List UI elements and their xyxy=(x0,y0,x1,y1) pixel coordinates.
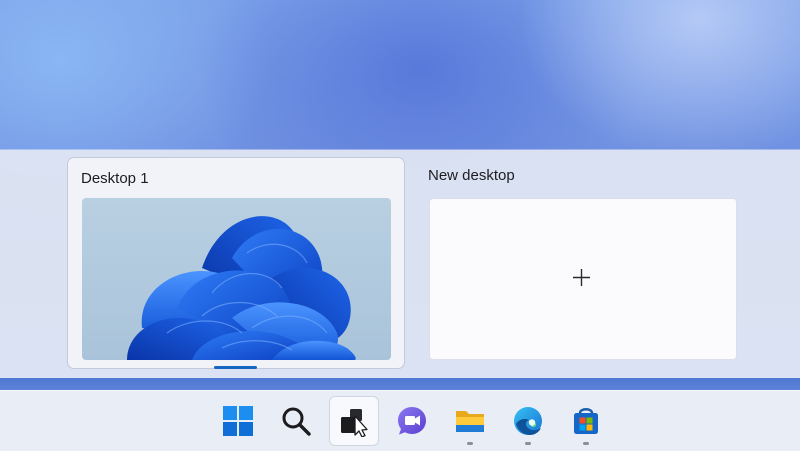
active-desktop-indicator xyxy=(214,366,257,369)
plus-icon xyxy=(573,269,590,286)
file-explorer-icon xyxy=(456,411,484,432)
microsoft-store-icon xyxy=(574,408,598,434)
desktop-thumbnail[interactable] xyxy=(82,198,391,360)
bloom-wallpaper-image xyxy=(127,216,356,360)
desktop-title: Desktop 1 xyxy=(81,170,149,187)
new-desktop-label: New desktop xyxy=(428,167,515,184)
task-view-button[interactable] xyxy=(330,397,378,445)
running-indicator xyxy=(525,442,531,445)
wallpaper-strip xyxy=(0,378,800,390)
task-view-icon xyxy=(341,409,368,437)
file-explorer-button[interactable] xyxy=(446,397,494,445)
running-indicator xyxy=(467,442,473,445)
teams-chat-button[interactable] xyxy=(388,397,436,445)
edge-browser-icon xyxy=(514,407,542,435)
teams-chat-icon xyxy=(398,407,426,435)
search-button[interactable] xyxy=(272,397,320,445)
start-button[interactable] xyxy=(214,397,262,445)
running-indicator xyxy=(583,442,589,445)
windows-start-icon xyxy=(223,406,253,436)
edge-browser-button[interactable] xyxy=(504,397,552,445)
microsoft-store-button[interactable] xyxy=(562,397,610,445)
search-icon xyxy=(282,407,311,436)
